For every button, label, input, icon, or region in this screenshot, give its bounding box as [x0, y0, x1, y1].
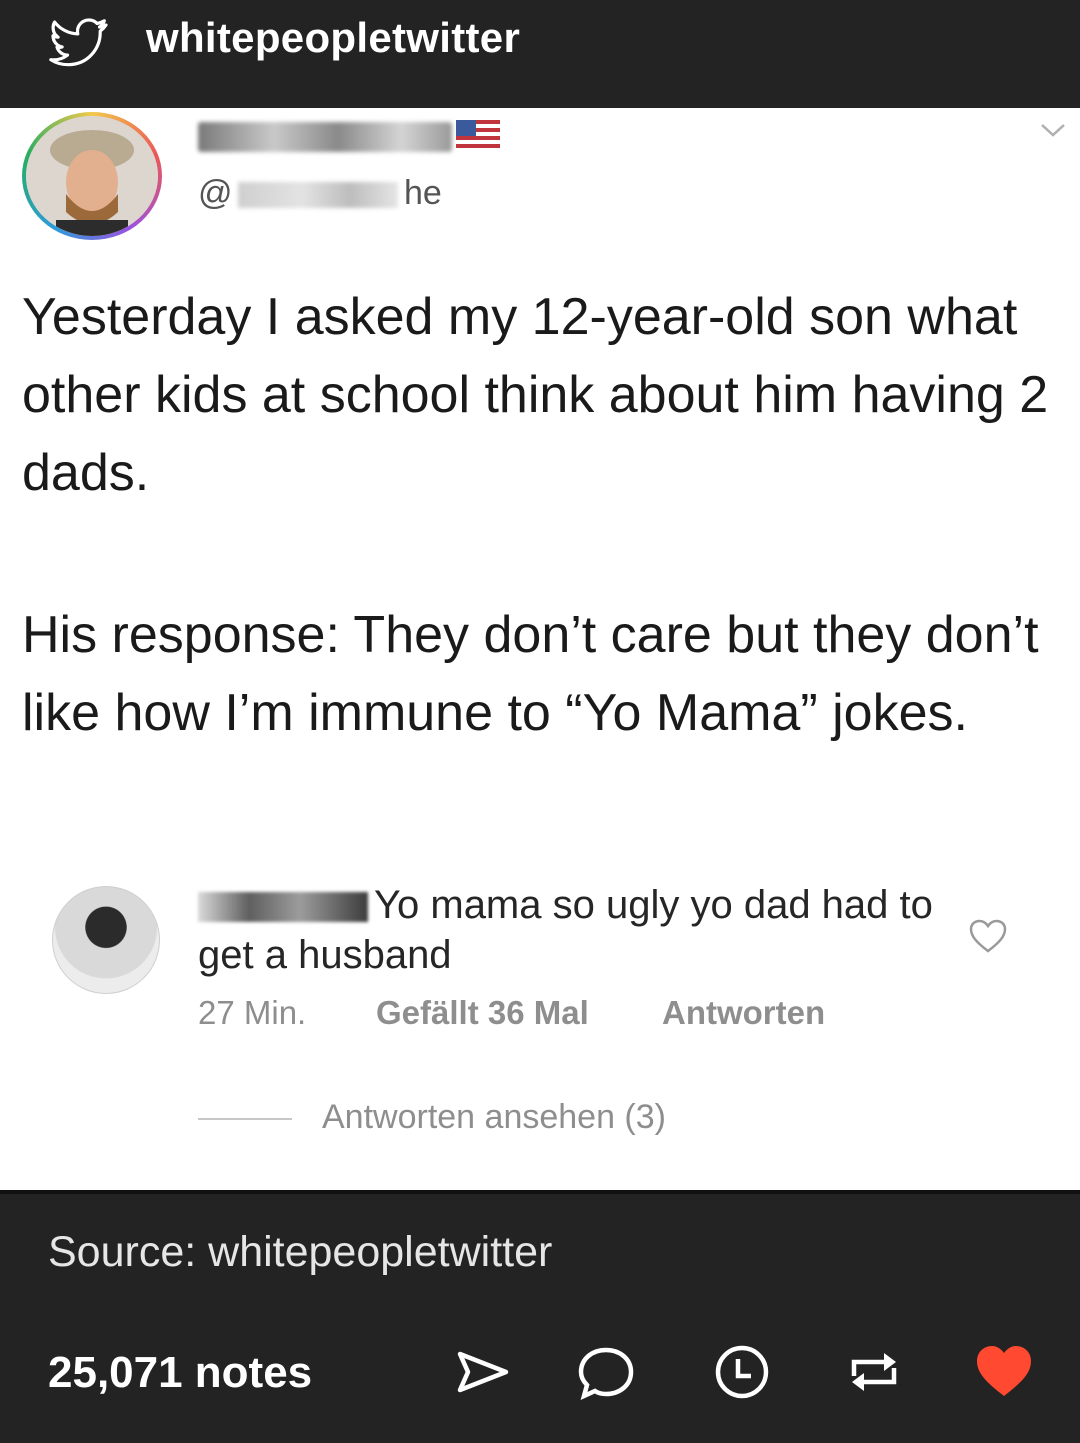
share-icon[interactable] — [452, 1342, 512, 1402]
author-avatar — [22, 112, 162, 240]
comment-likes[interactable]: Gefällt 36 Mal — [376, 994, 589, 1032]
commenter-avatar — [52, 886, 160, 994]
comment-text: Yo mama so ugly yo dad had to get a husb… — [198, 883, 933, 977]
author-handle-prefix: @ — [198, 174, 233, 212]
post-divider — [0, 1190, 1080, 1194]
chevron-down-icon[interactable] — [1038, 120, 1068, 140]
reply-icon[interactable] — [576, 1342, 636, 1402]
source-link[interactable]: Source: whitepeopletwitter — [48, 1228, 552, 1277]
view-replies-link[interactable]: Antworten ansehen (3) — [322, 1098, 666, 1137]
tweet-paragraph-1: Yesterday I asked my 12-year-old son wha… — [22, 288, 1049, 502]
blog-name[interactable]: whitepeopletwitter — [146, 14, 520, 62]
comment-reply-link[interactable]: Antworten — [662, 994, 825, 1032]
reblog-icon[interactable] — [844, 1342, 904, 1402]
twitter-bird-icon — [49, 18, 108, 67]
notes-count[interactable]: 25,071 notes — [48, 1348, 312, 1398]
comment-time: 27 Min. — [198, 994, 307, 1031]
queue-icon[interactable] — [712, 1342, 772, 1402]
author-handle-redacted — [238, 182, 398, 208]
post-image: @ he Yesterday I asked my 12-year-old so… — [0, 108, 1080, 1190]
tweet-paragraph-2: His response: They don’t care but they d… — [22, 606, 1039, 742]
comment-body: Yo mama so ugly yo dad had to get a husb… — [198, 880, 938, 980]
author-name-redacted — [198, 122, 452, 152]
header-bar: whitepeopletwitter — [0, 0, 1080, 108]
author-handle-suffix: he — [404, 174, 442, 212]
us-flag-emoji — [456, 120, 500, 152]
comment-like-icon[interactable] — [968, 918, 1008, 954]
replies-divider — [198, 1118, 292, 1120]
like-heart-icon[interactable] — [974, 1342, 1034, 1402]
